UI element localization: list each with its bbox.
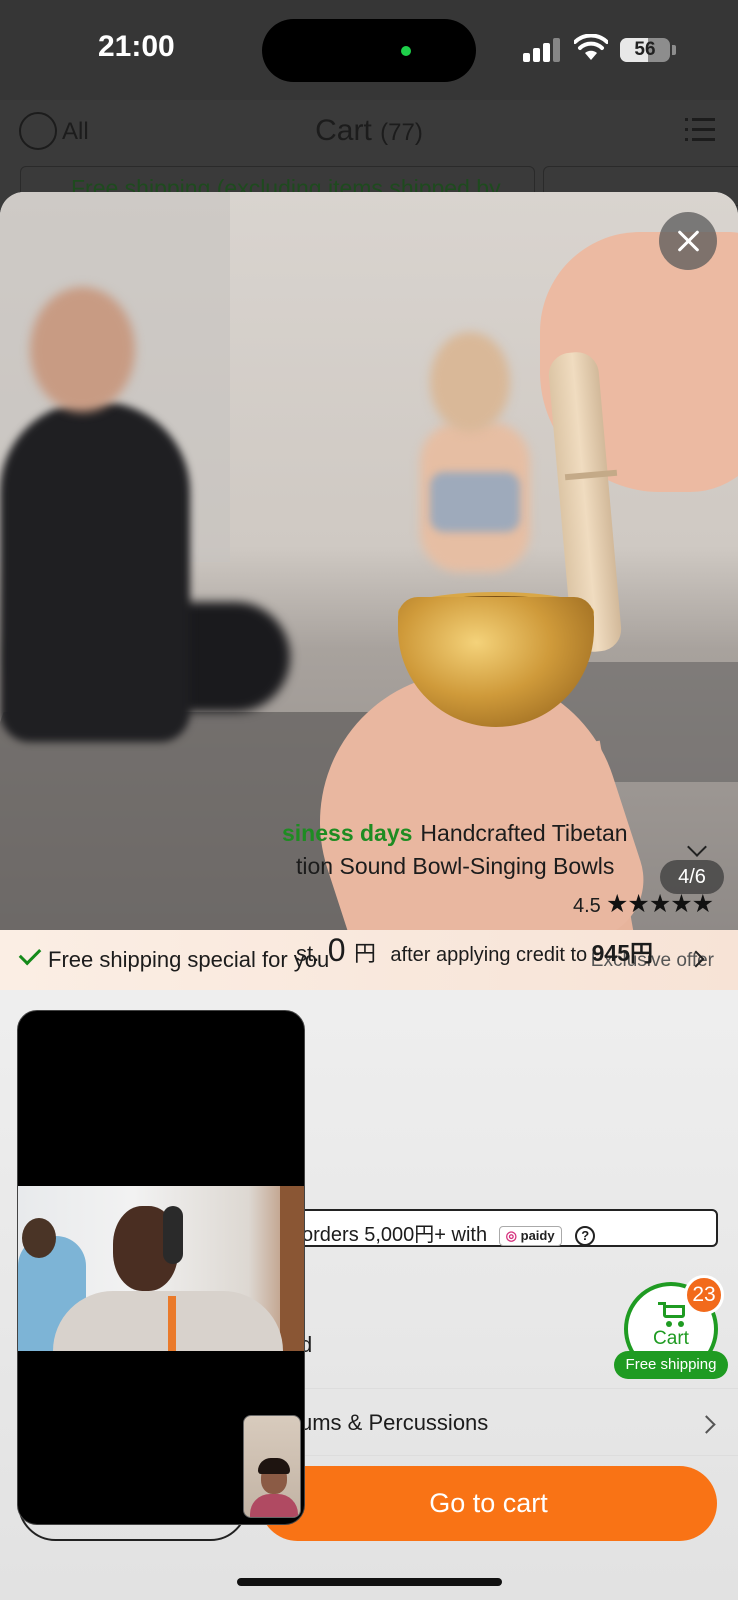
paidy-logo: ◎ paidy: [498, 1225, 562, 1246]
cart-title: Cart (77): [0, 114, 738, 148]
rating-stars: ★★★★★: [606, 890, 714, 918]
rating-value: 4.5: [573, 895, 601, 917]
paidy-banner[interactable]: orders 5,000円+ with ◎ paidy ?: [240, 1209, 718, 1247]
price-amount: 0: [327, 932, 346, 968]
paidy-text: orders 5,000円+ with: [302, 1224, 488, 1246]
help-icon[interactable]: ?: [575, 1225, 596, 1246]
battery-icon: 56: [620, 38, 670, 62]
product-title-line1[interactable]: siness days Handcrafted Tibetan: [282, 820, 628, 847]
divider: [300, 1455, 738, 1456]
status-bar: 21:00 56: [0, 0, 738, 100]
battery-percentage: 56: [634, 39, 656, 60]
free-shipping-pill: Free shipping: [614, 1351, 728, 1379]
floating-cart-label: Cart: [653, 1328, 689, 1349]
video-call-pip[interactable]: [17, 1010, 305, 1525]
price-after-text: after applying credit to: [390, 944, 588, 966]
category-link[interactable]: ums & Percussions: [300, 1410, 488, 1436]
credit-amount: 945円: [591, 940, 654, 966]
price-row[interactable]: st. 0 円 after applying credit to 945円: [296, 932, 653, 969]
paidy-text-line: orders 5,000円+ with ◎ paidy ?: [302, 1218, 596, 1247]
cart-header: All Cart (77) Free shipping (excluding i…: [0, 100, 738, 206]
battery-nub: [672, 45, 676, 55]
cart-title-text: Cart: [315, 114, 372, 147]
offer-text: Free shipping special for you: [48, 947, 330, 972]
price-currency: 円: [353, 941, 376, 966]
check-icon: [18, 942, 42, 966]
cart-item-count: (77): [380, 119, 423, 146]
remote-video-feed: [18, 1186, 304, 1351]
price-prefix: st.: [296, 941, 320, 966]
cellular-signal-icon: [523, 38, 563, 62]
close-button[interactable]: [659, 212, 717, 270]
status-time: 21:00: [98, 30, 175, 63]
cart-count-badge: 23: [684, 1275, 724, 1315]
home-indicator[interactable]: [237, 1578, 502, 1586]
product-title-text1: Handcrafted Tibetan: [420, 820, 628, 846]
wifi-icon: [574, 34, 608, 60]
cart-icon: [658, 1302, 686, 1327]
dynamic-island: [262, 19, 476, 82]
camera-active-indicator: [401, 46, 411, 56]
list-menu-icon[interactable]: [685, 117, 715, 143]
delivery-days-text: siness days: [282, 820, 413, 846]
go-to-cart-button[interactable]: Go to cart: [260, 1466, 717, 1541]
self-video-thumbnail[interactable]: [243, 1415, 301, 1518]
divider: [300, 1388, 738, 1389]
product-title-line2[interactable]: tion Sound Bowl-Singing Bowls: [296, 853, 614, 880]
